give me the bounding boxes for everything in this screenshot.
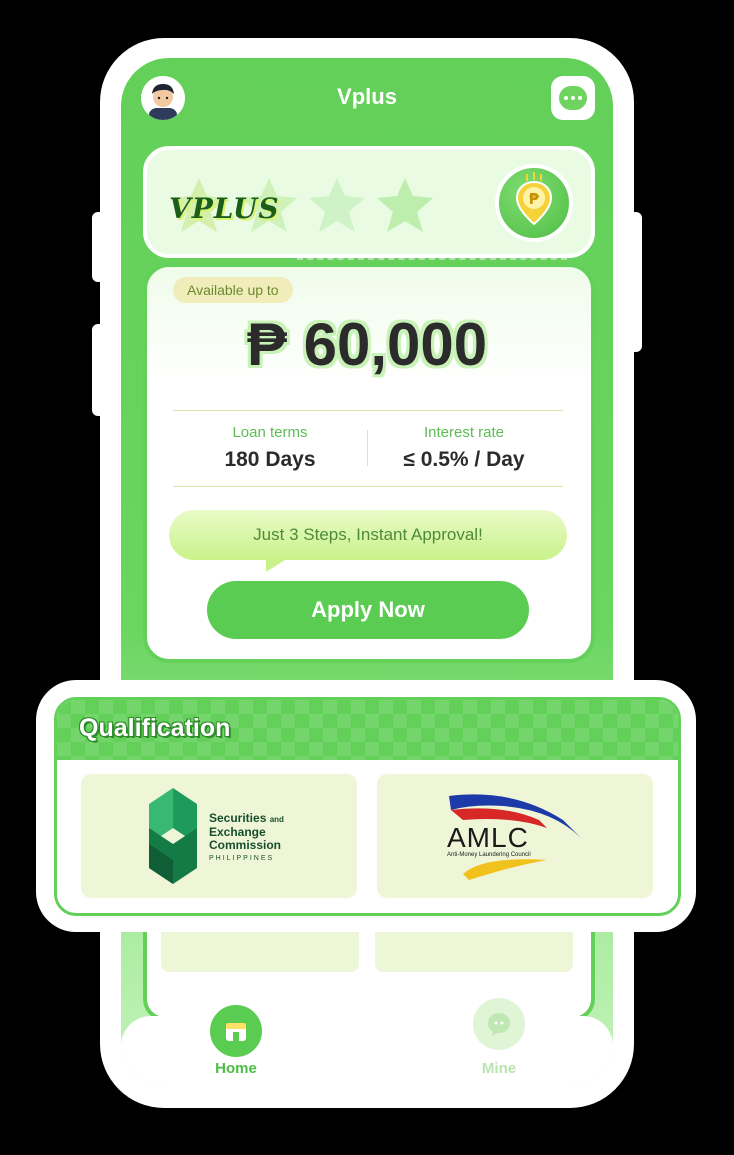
store-icon <box>207 1002 265 1060</box>
available-badge: Available up to <box>173 277 293 303</box>
brand-logo: VPLUS <box>169 192 280 225</box>
star-icon <box>377 178 433 232</box>
sec-emblem-icon <box>149 788 197 884</box>
tab-mine[interactable]: Mine <box>421 998 581 1088</box>
sec-line1-small: and <box>269 815 284 824</box>
sec-line4: PHILIPPINES <box>209 855 275 862</box>
star-icon <box>309 178 365 232</box>
tab-home-label: Home <box>215 1060 257 1077</box>
tab-bar: Home Mine <box>121 998 613 1088</box>
app-title: Vplus <box>337 84 397 109</box>
svg-text:₱: ₱ <box>529 190 540 208</box>
loan-amount: ₱ 60,000 <box>246 311 488 378</box>
peso-pin-icon: ₱ <box>515 172 553 226</box>
tab-home[interactable]: Home <box>161 1002 321 1088</box>
interest-rate-value: ≤ 0.5% / Day <box>403 448 525 471</box>
chat-icon <box>559 86 587 110</box>
sec-line3: Commission <box>209 838 282 852</box>
chat-bubble-icon <box>473 998 525 1050</box>
sec-line1: Securities <box>209 811 267 825</box>
message-button[interactable] <box>551 76 595 120</box>
qualification-title: Qualification <box>79 714 231 742</box>
apply-now-button[interactable]: Apply Now <box>207 581 529 639</box>
loan-terms-label: Loan terms <box>232 424 308 441</box>
amlc-name: AMLC <box>447 822 529 853</box>
app-screen: Vplus VPLUS ₱ Available up to ₱ 60,000 L… <box>121 58 613 1088</box>
interest-rate-label: Interest rate <box>423 424 505 441</box>
loan-terms-value: 180 Days <box>224 448 316 471</box>
speech-tail <box>266 558 288 572</box>
divider <box>367 430 368 466</box>
steps-banner: Just 3 Steps, Instant Approval! <box>169 510 567 560</box>
tab-mine-label: Mine <box>481 1060 517 1077</box>
qualification-card: Qualification Securities and Exchange Co… <box>54 697 681 916</box>
divider <box>173 486 563 487</box>
divider <box>297 258 567 260</box>
amlc-subtitle: Anti-Money Laundering Council <box>447 852 531 858</box>
sec-logo-text: Securities and Exchange Commission PHILI… <box>209 812 284 865</box>
amlc-logo-tile: AMLC Anti-Money Laundering Council <box>377 774 653 898</box>
divider <box>173 410 563 411</box>
peso-coin-badge: ₱ <box>495 164 573 242</box>
sec-logo-tile: Securities and Exchange Commission PHILI… <box>81 774 357 898</box>
